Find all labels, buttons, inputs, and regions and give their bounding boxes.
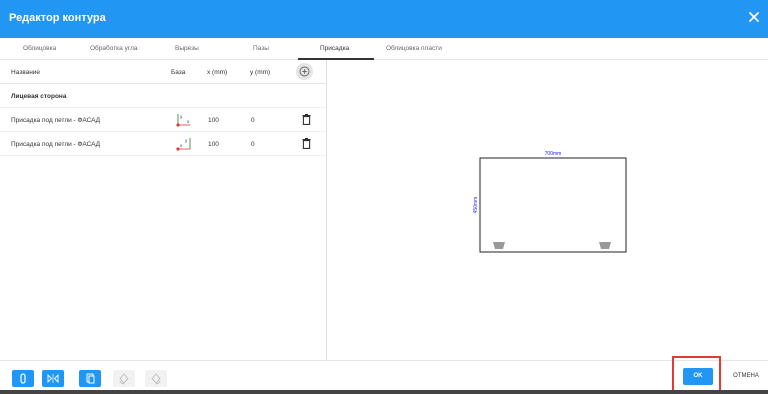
row-name: Присадка под петли - ФАСАД bbox=[11, 117, 101, 124]
drilling-list-panel: Название База x (mm) y (mm) Лицевая стор… bbox=[0, 60, 327, 360]
rotate-right-button[interactable] bbox=[145, 370, 167, 387]
trash-icon[interactable] bbox=[302, 138, 311, 149]
title-bar: Редактор контура bbox=[0, 0, 768, 38]
header-y: y (mm) bbox=[250, 69, 271, 76]
header-name: Название bbox=[11, 69, 41, 76]
svg-text:y: y bbox=[180, 114, 183, 119]
tab-facing[interactable]: Облицовка bbox=[23, 45, 56, 52]
ok-button-highlight bbox=[672, 356, 721, 392]
bottom-edge bbox=[0, 390, 768, 394]
row-x: 100 bbox=[208, 117, 219, 124]
row-name: Присадка под петли - ФАСАД bbox=[11, 141, 101, 148]
contour-preview[interactable]: 700mm 450mm bbox=[327, 60, 768, 360]
row-x: 100 bbox=[208, 141, 219, 148]
table-header: Название База x (mm) y (mm) bbox=[0, 60, 326, 84]
tab-corner-processing[interactable]: Обработка угла bbox=[90, 45, 137, 52]
tab-face-facing[interactable]: Облицовка пласти bbox=[386, 45, 442, 52]
tab-grooves[interactable]: Пазы bbox=[253, 45, 269, 52]
section-label: Лицевая сторона bbox=[11, 93, 67, 100]
rotate-right-icon bbox=[151, 373, 161, 385]
height-dimension-label: 450mm bbox=[473, 197, 479, 214]
svg-text:x: x bbox=[180, 143, 183, 148]
row-y: 0 bbox=[251, 141, 255, 148]
table-row[interactable]: Присадка под петли - ФАСАД y x 100 0 bbox=[0, 132, 326, 156]
width-dimension-label: 700mm bbox=[545, 151, 562, 157]
base-corner-bottom-right-icon[interactable]: y x bbox=[176, 136, 192, 152]
base-corner-bottom-left-icon[interactable]: y x bbox=[176, 112, 192, 128]
hinge-drilling-mark bbox=[599, 242, 611, 249]
trash-icon[interactable] bbox=[302, 114, 311, 125]
row-y: 0 bbox=[251, 117, 255, 124]
mirror-button[interactable] bbox=[42, 370, 64, 387]
contour-editor-dialog: Редактор контура Облицовка Обработка угл… bbox=[0, 0, 768, 394]
tab-drilling[interactable]: Присадка bbox=[320, 45, 349, 52]
close-icon[interactable] bbox=[747, 10, 761, 24]
svg-text:x: x bbox=[187, 119, 190, 124]
footer-toolbar bbox=[0, 360, 768, 394]
panel-outline bbox=[479, 157, 627, 253]
copy-icon bbox=[86, 373, 95, 384]
table-row[interactable]: Присадка под петли - ФАСАД y x 100 0 bbox=[0, 108, 326, 132]
rotate-left-icon bbox=[119, 373, 129, 385]
header-x: x (mm) bbox=[207, 69, 228, 76]
rotate-left-button[interactable] bbox=[113, 370, 135, 387]
header-base: База bbox=[171, 69, 186, 76]
add-drilling-button[interactable] bbox=[296, 63, 313, 80]
hinge-drilling-mark bbox=[493, 242, 505, 249]
cancel-button[interactable]: ОТМЕНА bbox=[728, 368, 764, 385]
plus-circle-icon bbox=[299, 66, 310, 77]
copy-button[interactable] bbox=[79, 370, 101, 387]
contour-preview-panel: 700mm 450mm bbox=[327, 60, 768, 360]
paperclip-icon bbox=[20, 373, 26, 384]
tab-cutouts[interactable]: Вырезы bbox=[175, 45, 199, 52]
attach-button[interactable] bbox=[12, 370, 34, 387]
section-header: Лицевая сторона bbox=[0, 84, 326, 108]
mirror-icon bbox=[47, 373, 59, 384]
tab-bar: Облицовка Обработка угла Вырезы Пазы При… bbox=[0, 38, 768, 60]
dialog-title: Редактор контура bbox=[9, 12, 106, 24]
svg-text:y: y bbox=[185, 138, 188, 143]
